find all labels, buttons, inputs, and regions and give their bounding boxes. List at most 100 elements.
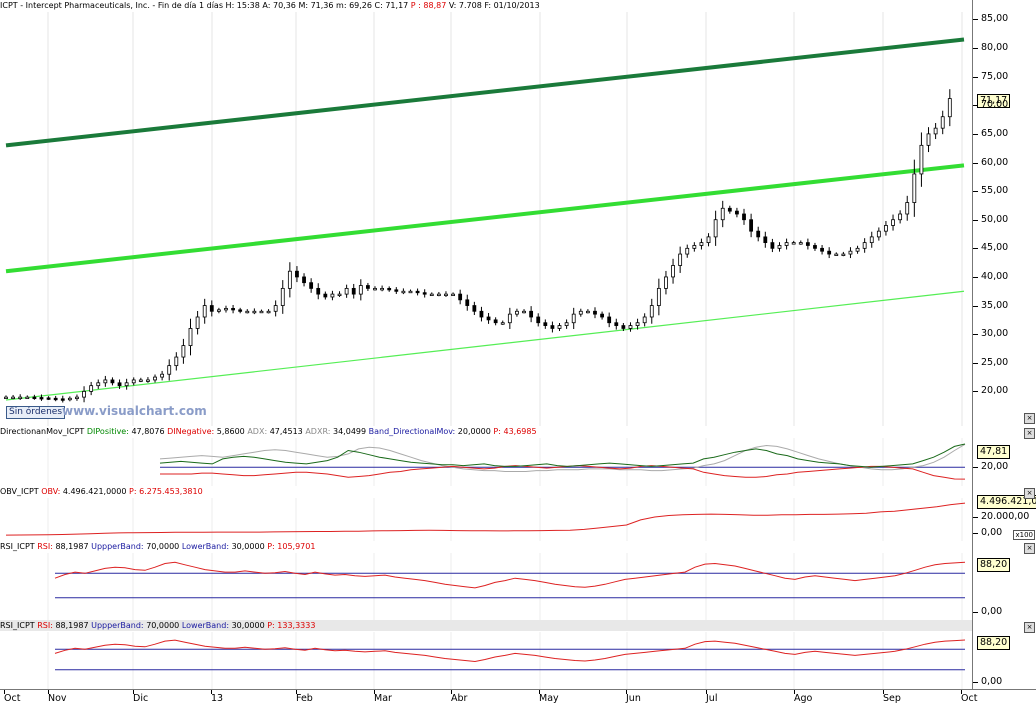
price-candle <box>515 310 519 315</box>
rsi-line <box>54 639 966 663</box>
dmi-scale: 47,81 20,00 × <box>972 426 1036 486</box>
price-tick-label: 35,00 <box>981 299 1009 311</box>
time-axis-label: Jul <box>706 693 718 704</box>
price-candle <box>224 308 228 311</box>
price-candle <box>195 316 200 329</box>
price-candle <box>600 313 604 318</box>
price-tick-label: 85,00 <box>981 13 1009 25</box>
price-candle <box>46 397 51 400</box>
obv-tick-20000: 20.000,00 <box>981 511 1030 522</box>
obv-multiplier: x100 <box>1013 530 1035 540</box>
dmi-pane[interactable]: DirectionanMov_ICPT DIPositive: 47,8076 … <box>0 426 972 487</box>
price-candle <box>160 373 165 378</box>
price-candle <box>607 316 612 324</box>
price-candle <box>919 144 924 175</box>
price-candle <box>543 322 548 326</box>
price-candle <box>642 316 647 324</box>
price-candle <box>451 293 455 297</box>
price-candle <box>444 293 448 297</box>
price-candle <box>784 242 789 246</box>
price-candle <box>593 310 597 315</box>
pane-close-button[interactable]: × <box>1024 413 1035 424</box>
price-candle <box>891 219 895 226</box>
price-candle <box>685 247 690 255</box>
price-candle <box>96 382 101 387</box>
price-candle <box>905 202 910 215</box>
price-candle <box>323 293 328 298</box>
rsi-pane-1[interactable]: RSI_ICPT RSI: 88,1987 UppperBand: 70,000… <box>0 541 972 621</box>
rsi2-chart <box>47 632 966 689</box>
price-candle <box>316 287 321 295</box>
rsi1-tick-0: 0,00 <box>981 606 1003 617</box>
price-candle <box>245 310 250 314</box>
price-candle <box>295 270 299 278</box>
obv-pane[interactable]: OBV_ICPT OBV: 4.496.421,0000 P: 6.275.45… <box>0 486 972 542</box>
rsi1-last-box: 88,20 <box>977 558 1011 572</box>
price-candle <box>876 230 881 238</box>
price-candle <box>827 250 832 255</box>
time-axis-label: Oct <box>961 693 978 704</box>
price-pane[interactable]: ICPT - Intercept Pharmaceuticals, Inc. -… <box>0 0 972 427</box>
price-candle <box>202 305 207 318</box>
time-axis-label: Dic <box>133 693 149 704</box>
price-tickmark <box>973 362 978 364</box>
price-candle <box>351 287 356 295</box>
price-candle <box>167 365 172 375</box>
price-candle <box>252 310 257 314</box>
price-candle <box>380 287 385 291</box>
price-candle <box>358 285 363 295</box>
price-candle <box>110 379 115 384</box>
price-candle <box>401 290 406 294</box>
price-candle <box>273 305 278 312</box>
price-candle <box>486 316 491 321</box>
price-candle <box>621 325 626 329</box>
rsi2-close-button[interactable]: × <box>1024 622 1035 633</box>
time-axis-label: Mar <box>374 693 392 704</box>
price-candle <box>153 376 157 381</box>
price-candle <box>571 313 576 324</box>
price-candle <box>614 322 619 326</box>
price-candle <box>664 276 668 289</box>
rsi2-tick-0: 0,00 <box>981 676 1003 687</box>
rsi-pane-2[interactable]: RSI_ICPT RSI: 88,1987 UppperBand: 70,000… <box>0 620 972 690</box>
price-candle <box>898 213 903 221</box>
price-candle <box>415 290 420 294</box>
price-candle <box>259 310 264 314</box>
price-tick-label: 60,00 <box>981 156 1009 168</box>
price-tick-label: 25,00 <box>981 356 1009 368</box>
price-candle <box>671 265 675 278</box>
price-candle <box>75 396 79 400</box>
price-candle <box>813 245 817 249</box>
rsi1-close-button[interactable]: × <box>1024 543 1035 554</box>
price-scale[interactable]: 71,17 × 20,00 25,00 30,00 35,00 40,00 45,00 50… <box>972 0 1036 426</box>
price-tickmark <box>973 305 978 307</box>
price-candle <box>536 316 541 324</box>
price-tick-label: 40,00 <box>981 270 1009 282</box>
price-candle <box>493 319 498 324</box>
obv-close-button[interactable]: × <box>1024 488 1035 499</box>
price-candle <box>735 210 739 215</box>
price-candle <box>742 213 746 221</box>
price-candle <box>344 287 349 295</box>
price-candle <box>720 207 725 221</box>
price-candle <box>557 325 562 329</box>
price-candle <box>188 328 193 347</box>
price-candle <box>791 242 796 245</box>
price-tick-label: 75,00 <box>981 70 1009 82</box>
price-tickmark <box>973 76 978 78</box>
no-orders-button[interactable]: Sin órdenes <box>6 406 66 419</box>
dmi-close-button[interactable]: × <box>1024 428 1035 439</box>
price-candle <box>138 379 143 382</box>
obv-chart <box>5 498 966 541</box>
price-candle <box>18 396 23 400</box>
price-tickmark <box>973 133 978 135</box>
time-axis[interactable]: Oct Nov Dic 13 Feb Mar Abr May Jun Jul Ago Sep Oct <box>0 689 1036 706</box>
price-candle <box>366 285 370 289</box>
dmi-tick: 20,00 <box>981 461 1009 472</box>
price-candle <box>458 293 463 301</box>
price-candle <box>117 382 122 387</box>
price-candle <box>940 116 945 129</box>
price-candle <box>429 293 434 297</box>
price-candle <box>770 242 775 249</box>
price-candle <box>82 390 86 398</box>
